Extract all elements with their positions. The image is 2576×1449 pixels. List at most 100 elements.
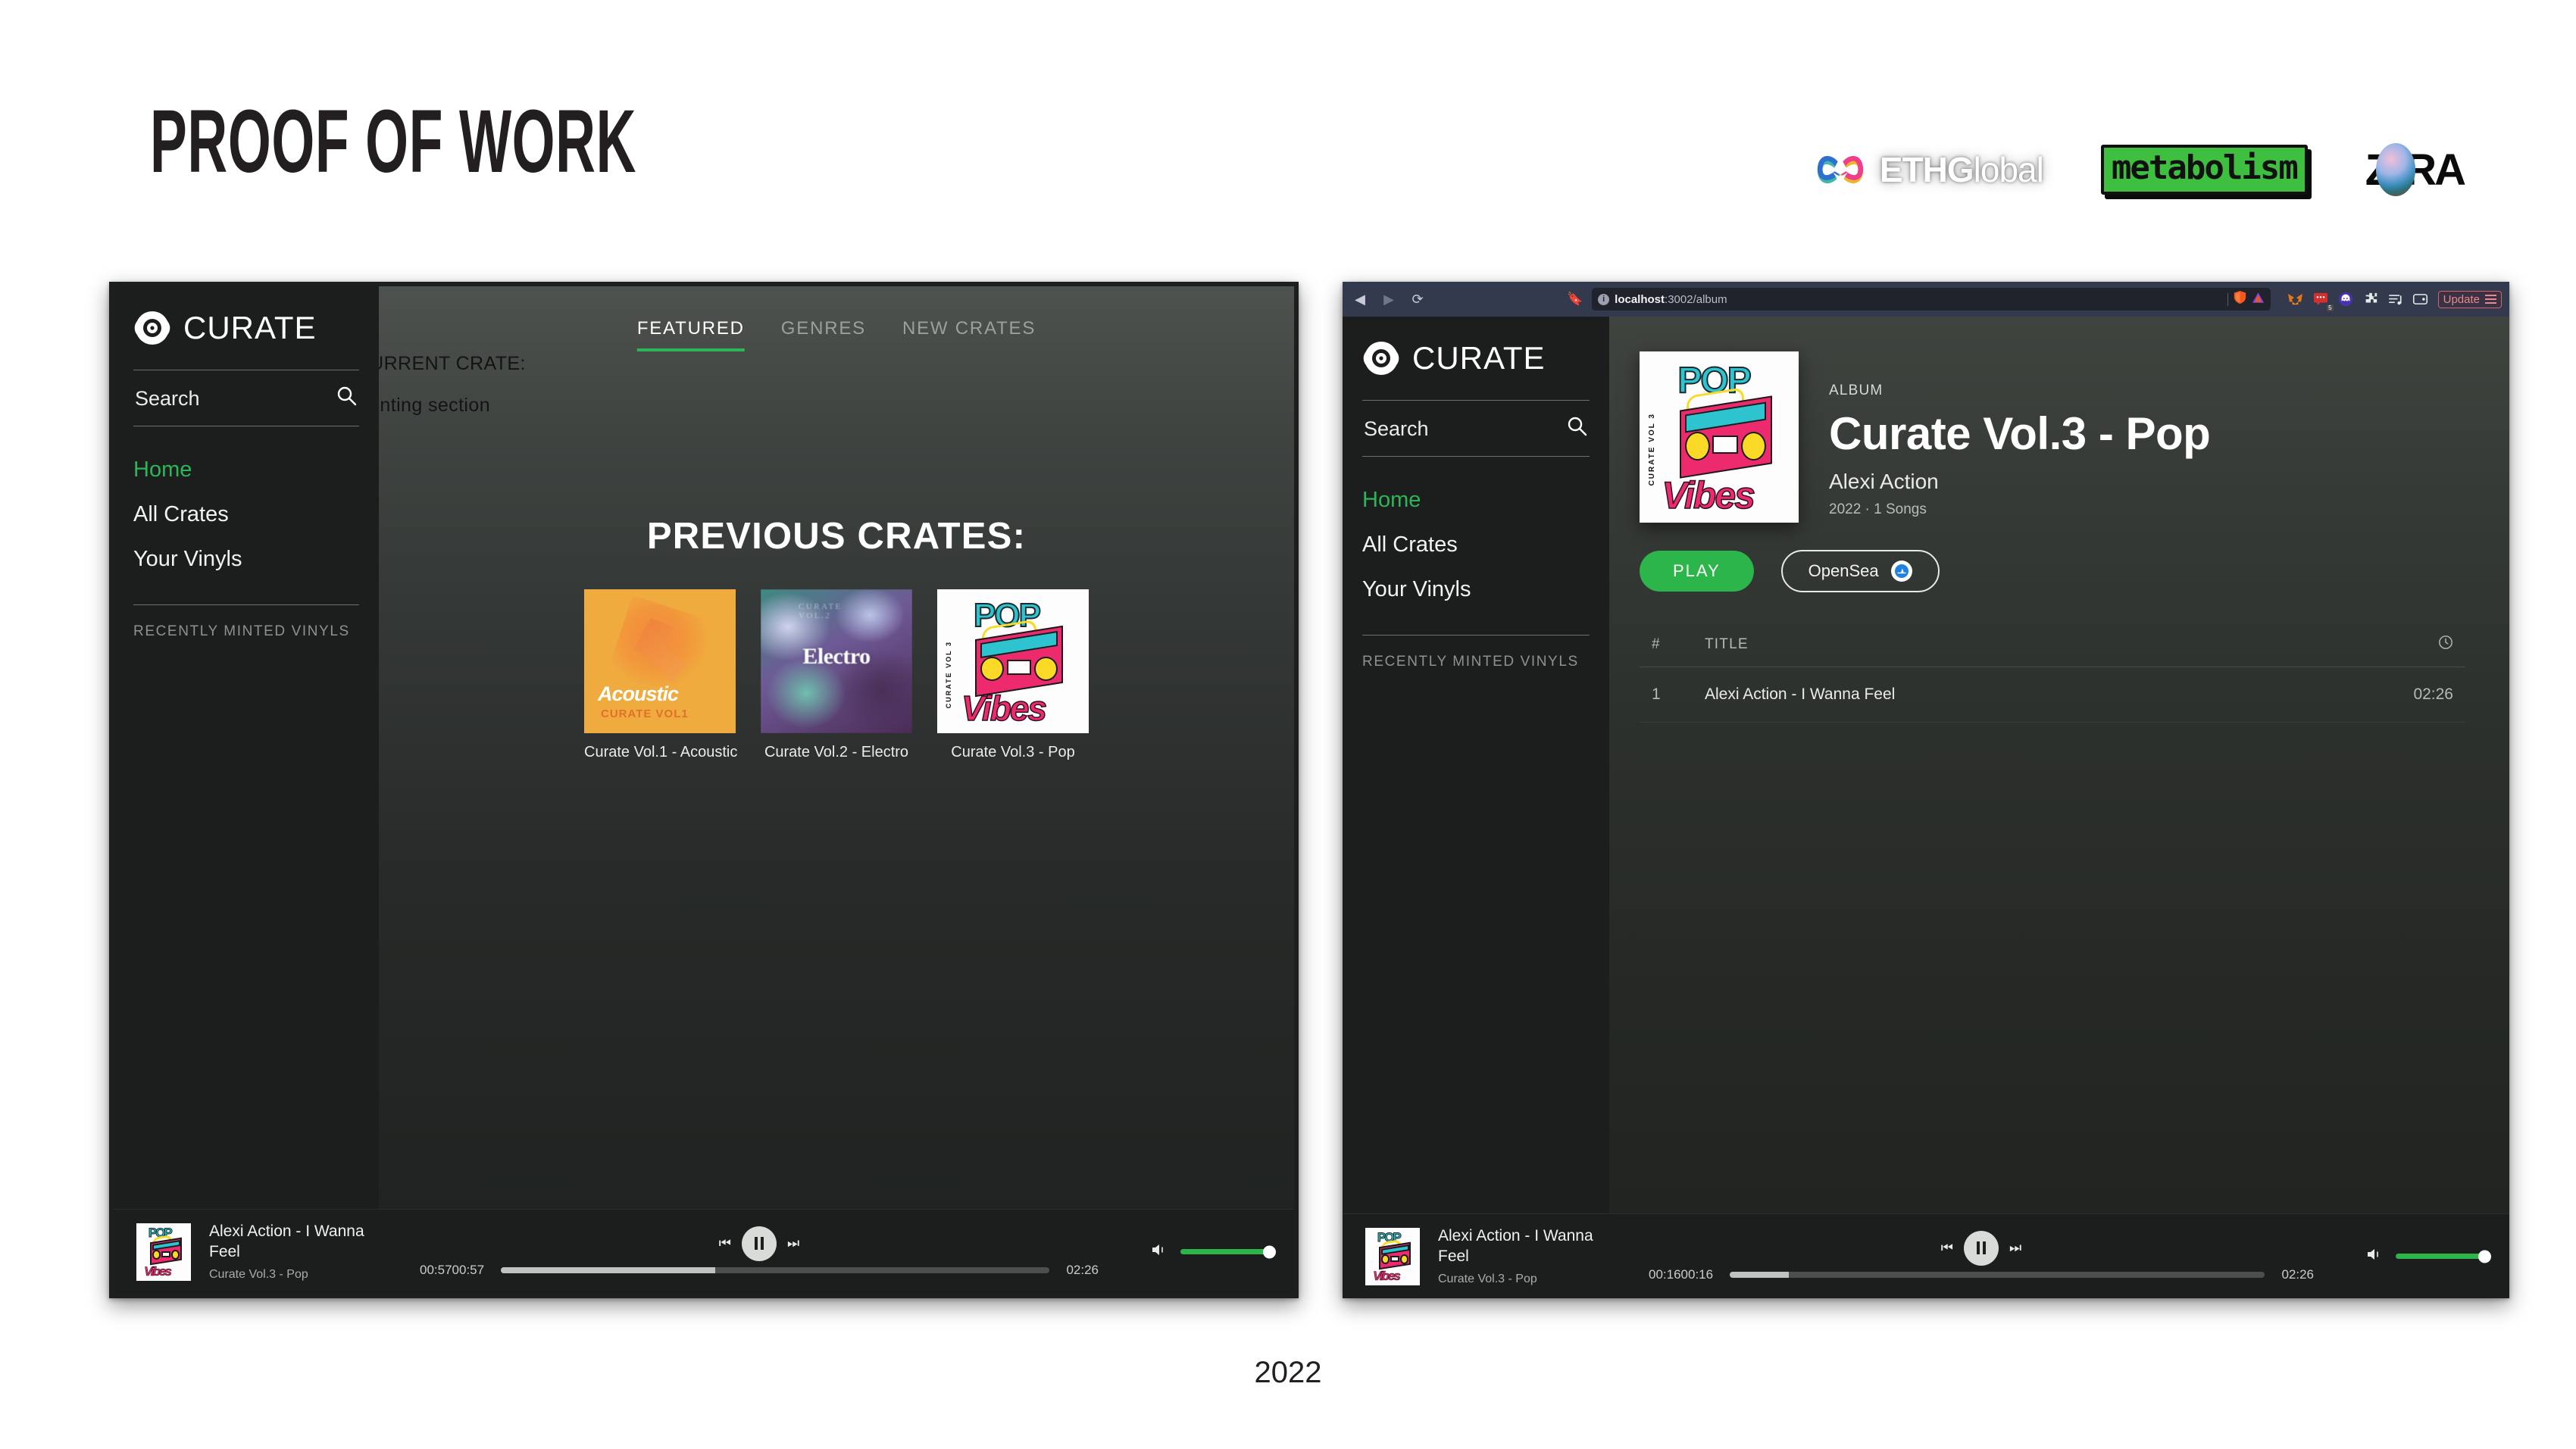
volume-icon[interactable] xyxy=(2365,1245,2384,1268)
sidebar-item-home[interactable]: Home xyxy=(1362,478,1590,523)
pause-button[interactable] xyxy=(1964,1230,1999,1266)
update-button[interactable]: Update xyxy=(2437,290,2502,308)
tab-genres[interactable]: GENRES xyxy=(781,318,866,351)
player-controls: ⏮ ⏭ 00:5700:57 02:26 xyxy=(417,1226,1102,1278)
recently-minted-caption: RECENTLY MINTED VINYLS xyxy=(133,623,350,639)
crate-artwork-acoustic: Acoustic CURATE VOL1 xyxy=(584,589,736,733)
right-player-bar: POP Vibes Alexi Action - I Wanna Feel Cu… xyxy=(1343,1213,2509,1298)
play-button[interactable]: PLAY xyxy=(1640,551,1754,592)
site-info-icon[interactable]: i xyxy=(1598,293,1610,305)
brand-name: CURATE xyxy=(1412,340,1546,376)
opensea-button[interactable]: OpenSea xyxy=(1780,550,1940,592)
brave-shield-icon[interactable] xyxy=(2234,290,2246,308)
tab-featured[interactable]: FEATURED xyxy=(636,318,745,351)
next-track-icon[interactable]: ⏭ xyxy=(2009,1240,2021,1256)
now-playing-cover: POP Vibes xyxy=(1365,1227,1420,1285)
browser-menu-icon[interactable] xyxy=(2485,295,2496,304)
album-actions: PLAY OpenSea xyxy=(1640,550,2465,592)
volume-knob[interactable] xyxy=(2478,1250,2491,1263)
crate-card[interactable]: CURATE VOL.2 Electro Curate Vol.2 - Elec… xyxy=(761,589,912,761)
search-input[interactable]: Search xyxy=(1362,404,1590,453)
vinyl-record-icon xyxy=(133,309,171,347)
opensea-label: OpenSea xyxy=(1808,561,1879,580)
track-title: Alexi Action - I Wanna Feel xyxy=(1705,685,1896,703)
crate-artwork-electro: CURATE VOL.2 Electro xyxy=(761,589,912,733)
column-title: TITLE xyxy=(1705,636,1749,652)
column-number: # xyxy=(1652,636,1661,652)
recently-minted-caption: RECENTLY MINTED VINYLS xyxy=(1362,654,1579,670)
ethglobal-logo: ETHGlobal xyxy=(1812,141,2044,198)
metamask-triangle-icon[interactable] xyxy=(2252,292,2265,308)
progress-bar[interactable] xyxy=(1730,1271,2265,1278)
now-playing-cover: POP Vibes xyxy=(136,1223,191,1281)
search-icon[interactable] xyxy=(1567,416,1588,442)
zora-logo: Z RA xyxy=(2365,143,2466,196)
art-subtitle: CURATE VOL1 xyxy=(601,707,689,720)
right-browser-window: ◀ ▶ ⟳ 🔖 i localhost:3002/album 5 Update … xyxy=(1343,282,2509,1298)
album-artist: Alexi Action xyxy=(1829,470,1939,493)
tracklist-header: # TITLE xyxy=(1640,635,2465,667)
album-type-label: ALBUM xyxy=(1829,383,1884,398)
table-row[interactable]: 1 Alexi Action - I Wanna Feel 02:26 xyxy=(1640,667,2465,723)
wallet-icon[interactable] xyxy=(2412,291,2429,308)
previous-track-icon[interactable]: ⏮ xyxy=(1941,1240,1953,1256)
sidebar-item-all-crates[interactable]: All Crates xyxy=(1362,523,1590,567)
search-placeholder: Search xyxy=(1364,417,1429,440)
slide-caption: 2022 xyxy=(1254,1356,1322,1389)
art-title: Acoustic xyxy=(598,682,679,705)
playlist-icon[interactable] xyxy=(2387,291,2404,308)
sidebar-nav: Home All Crates Your Vinyls xyxy=(133,429,359,582)
next-track-icon[interactable]: ⏭ xyxy=(787,1235,799,1251)
metabolism-logo: metabolism xyxy=(2100,144,2308,195)
badge-count: 5 xyxy=(2327,304,2334,311)
pause-button[interactable] xyxy=(742,1226,777,1261)
previous-track-icon[interactable]: ⏮ xyxy=(719,1235,731,1251)
album-cover-art: CURATE VOL 3 POP Vibes xyxy=(1640,351,1799,523)
right-sidebar: CURATE Search Home All Crates Your Vinyl… xyxy=(1343,317,1609,1213)
volume-control xyxy=(1120,1241,1276,1263)
url-text: localhost:3002/album xyxy=(1615,292,1727,306)
forward-arrow-icon[interactable]: ▶ xyxy=(1379,289,1399,309)
url-bar[interactable]: i localhost:3002/album xyxy=(1592,288,2271,311)
puzzle-piece-icon[interactable] xyxy=(2362,291,2379,308)
brand-logo[interactable]: CURATE xyxy=(1362,339,1590,377)
art-subtitle: Vibes xyxy=(961,689,1048,729)
elapsed-time: 00:5700:57 xyxy=(420,1262,485,1277)
player-controls: ⏮ ⏭ 00:1600:16 02:26 xyxy=(1646,1230,2317,1282)
search-input[interactable]: Search xyxy=(133,373,359,423)
sidebar-item-your-vinyls[interactable]: Your Vinyls xyxy=(133,537,359,582)
track-duration: 02:26 xyxy=(2413,685,2453,703)
divider xyxy=(1362,456,1590,457)
zora-orb-icon xyxy=(2376,143,2416,196)
volume-slider[interactable] xyxy=(1180,1245,1276,1258)
crate-card[interactable]: CURATE VOL 3 POP Vibes Curate Vol.3 - Po… xyxy=(937,589,1089,761)
tab-new-crates[interactable]: NEW CRATES xyxy=(902,318,1036,351)
now-playing-track: Alexi Action - I Wanna Feel xyxy=(1438,1227,1593,1265)
update-label: Update xyxy=(2443,292,2480,306)
progress-bar[interactable] xyxy=(501,1266,1050,1273)
sidebar-item-your-vinyls[interactable]: Your Vinyls xyxy=(1362,567,1590,612)
brand-logo[interactable]: CURATE xyxy=(133,309,359,347)
total-duration: 02:26 xyxy=(2281,1266,2314,1282)
progress-row: 00:1600:16 02:26 xyxy=(1646,1267,2317,1282)
album-year-tracks: 2022 · 1 Songs xyxy=(1829,501,1927,517)
notification-badge-icon[interactable]: 5 xyxy=(2312,291,2334,311)
previous-crates-heading: PREVIOUS CRATES: xyxy=(646,516,1027,557)
crate-card[interactable]: Acoustic CURATE VOL1 Curate Vol.1 - Acou… xyxy=(584,589,737,761)
sidebar-item-all-crates[interactable]: All Crates xyxy=(133,492,359,537)
volume-knob[interactable] xyxy=(1263,1245,1276,1258)
url-bar-actions xyxy=(2227,290,2265,308)
previous-crates-list: Acoustic CURATE VOL1 Curate Vol.1 - Acou… xyxy=(584,589,1089,761)
crate-artwork-pop: CURATE VOL 3 POP Vibes xyxy=(937,589,1089,733)
ethglobal-knot-icon xyxy=(1812,141,1869,198)
phantom-ghost-icon[interactable] xyxy=(2337,291,2354,308)
metamask-fox-icon[interactable] xyxy=(2287,291,2304,308)
reload-icon[interactable]: ⟳ xyxy=(1408,289,1427,309)
back-arrow-icon[interactable]: ◀ xyxy=(1350,289,1370,309)
volume-icon[interactable] xyxy=(1150,1241,1168,1263)
volume-slider[interactable] xyxy=(2396,1250,2491,1263)
sidebar-item-home[interactable]: Home xyxy=(133,448,359,492)
search-icon[interactable] xyxy=(336,386,358,412)
bookmark-icon[interactable]: 🔖 xyxy=(1567,292,1583,307)
art-subtitle: CURATE VOL.2 xyxy=(799,602,843,621)
